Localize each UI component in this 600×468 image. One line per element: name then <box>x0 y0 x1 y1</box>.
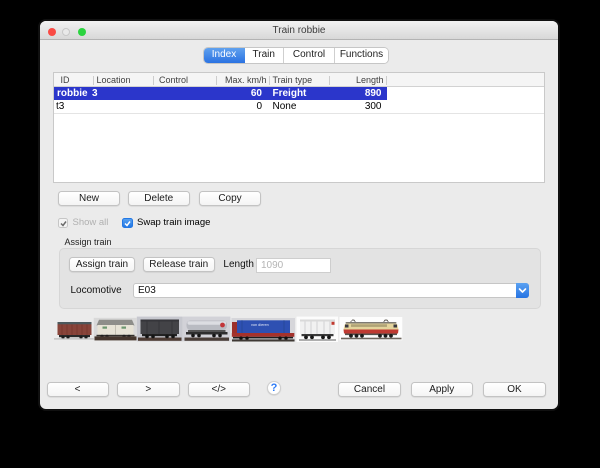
svg-text:von dieren: von dieren <box>251 323 269 327</box>
